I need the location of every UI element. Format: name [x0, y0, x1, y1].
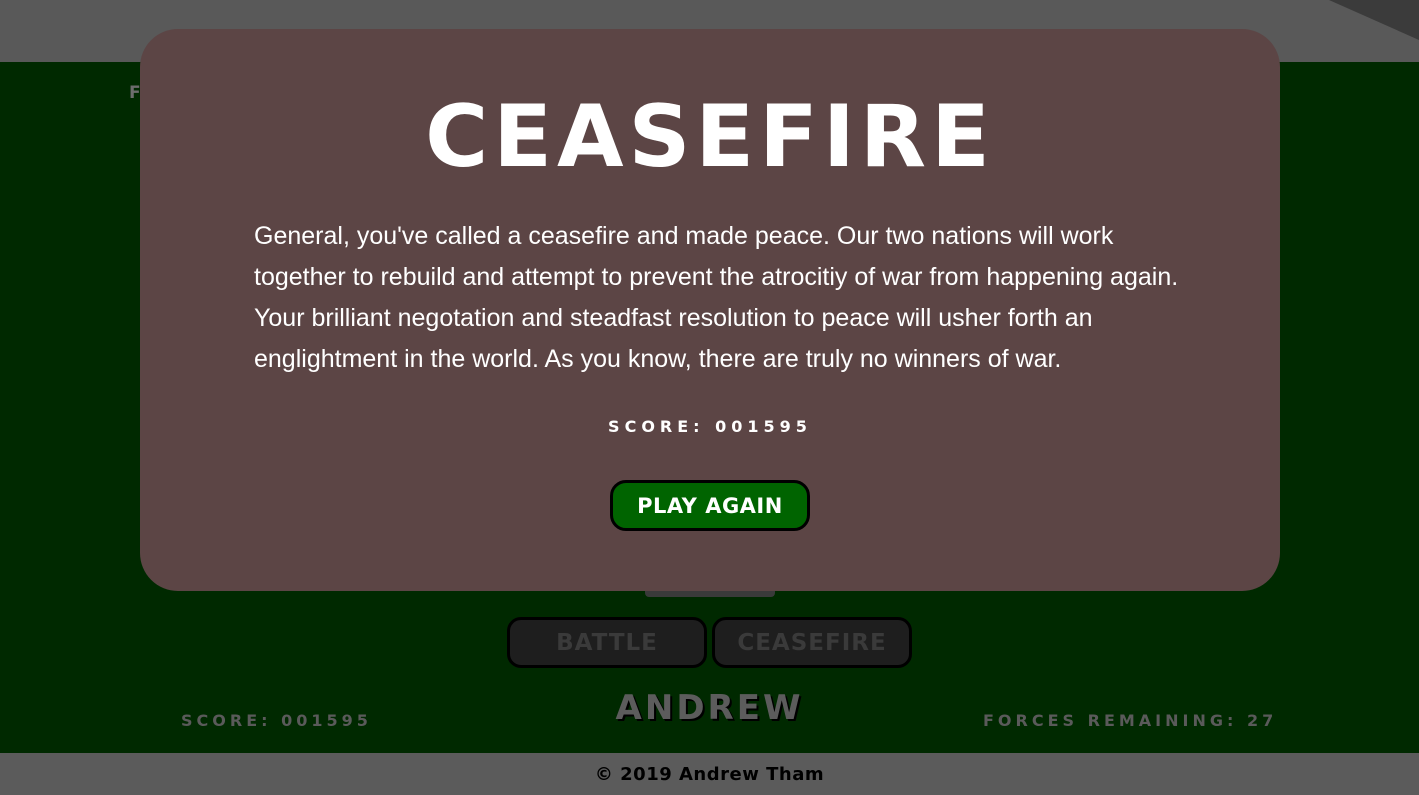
ceasefire-modal: CEASEFIRE General, you've called a cease… [140, 29, 1280, 591]
footer: © 2019 Andrew Tham [0, 753, 1419, 795]
modal-title: CEASEFIRE [425, 87, 995, 187]
modal-score: SCORE: 001595 [608, 417, 812, 436]
battle-button[interactable]: BATTLE [507, 617, 707, 668]
modal-message: General, you've called a ceasefire and m… [254, 222, 1179, 373]
corner-decoration [1329, 0, 1419, 40]
play-again-button[interactable]: PLAY AGAIN [610, 480, 810, 531]
hud-forces-remaining: FORCES REMAINING: 27 [983, 711, 1278, 730]
copyright-text: © 2019 Andrew Tham [594, 763, 825, 785]
ceasefire-button[interactable]: CEASEFIRE [712, 617, 912, 668]
partial-label: F [129, 83, 141, 103]
hud-score: SCORE: 001595 [181, 711, 372, 730]
